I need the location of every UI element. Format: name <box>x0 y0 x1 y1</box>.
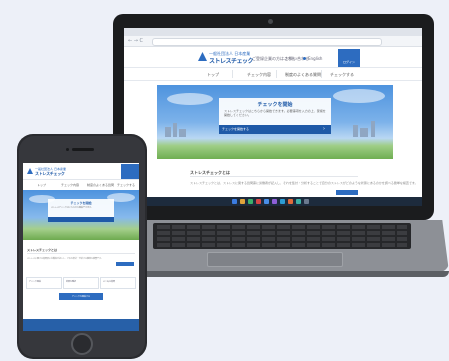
mobile-grid-card[interactable] <box>100 277 136 289</box>
taskbar-app-icon[interactable] <box>272 199 277 204</box>
cloud-shape <box>167 93 213 105</box>
mobile-nav-item-contents[interactable]: チェック内容 <box>61 183 79 187</box>
taskbar-app-icon[interactable] <box>232 199 237 204</box>
city-building <box>371 121 375 137</box>
city-building <box>165 127 171 137</box>
nav-item-contents[interactable]: チェック内容 <box>247 72 271 78</box>
start-check-button-label: チェックを開始する <box>222 127 250 131</box>
mobile-grid-label: 結果を確認 <box>66 281 77 283</box>
mobile-section-title: ストレスチェックとは <box>27 248 58 252</box>
mobile-nav-item-faq[interactable]: 制度のよくある質問 <box>87 183 114 187</box>
taskbar-app-icon[interactable] <box>248 199 253 204</box>
hero-text: ストレスチェックはこちらから開始できます。必要事項を入力の上、受検を開始してくだ… <box>224 109 326 117</box>
device-mockup-illustration: ← → C 一般社団法人 日本産業 ストレスチェック ご登録企業の方はこちら お… <box>0 0 449 361</box>
mobile-hero-title: チェックを開始 <box>70 201 92 205</box>
taskbar-app-icon[interactable] <box>256 199 261 204</box>
keyboard-row <box>157 231 407 235</box>
mobile-nav-item-top[interactable]: トップ <box>37 183 46 187</box>
mobile-grid-card[interactable] <box>26 277 62 289</box>
browser-nav-buttons[interactable]: ← → C <box>128 38 143 44</box>
city-building <box>360 128 368 137</box>
chevron-right-icon: › <box>323 126 325 132</box>
browser-tab-strip <box>124 28 422 36</box>
site-nav <box>124 68 422 81</box>
mobile-logo-line2[interactable]: ストレスチェック <box>35 171 65 177</box>
laptop-bottom-edge <box>113 271 449 277</box>
mobile-menu-button[interactable] <box>121 164 139 179</box>
nav-item-top[interactable]: トップ <box>207 72 219 78</box>
mobile-nav-item-check[interactable]: チェックする <box>117 183 135 187</box>
taskbar-app-icon[interactable] <box>240 199 245 204</box>
keyboard-row <box>157 225 407 229</box>
taskbar-app-icon[interactable] <box>288 199 293 204</box>
laptop-trackpad <box>207 252 343 267</box>
nav-divider <box>321 70 322 78</box>
phone-home-button[interactable] <box>71 333 93 355</box>
taskbar-app-icon[interactable] <box>304 199 309 204</box>
keyboard-row <box>157 243 407 247</box>
city-building <box>173 123 177 137</box>
nav-divider <box>232 70 233 78</box>
logo-line2[interactable]: ストレスチェック <box>209 56 254 65</box>
city-building <box>353 125 358 137</box>
section-more-button[interactable] <box>336 190 358 195</box>
mobile-start-button-label: チェックを開始する <box>71 296 90 298</box>
nav-divider <box>276 70 277 78</box>
section-text: ストレスチェックとは、ストレスに関する質問票に労働者が記入し、それを集計・分析す… <box>190 181 418 185</box>
header-link-english[interactable]: English <box>308 56 322 61</box>
mobile-grid-label: チェック開始 <box>29 281 42 283</box>
mobile-grid-label: よくある質問 <box>103 281 116 283</box>
section-divider <box>190 176 358 177</box>
keyboard-row <box>157 237 407 241</box>
login-button-label: ログイン <box>342 60 355 64</box>
mobile-start-check-button[interactable] <box>48 217 114 222</box>
mobile-grid-card[interactable] <box>63 277 99 289</box>
nav-item-faq[interactable]: 制度のよくある質問 <box>285 72 321 78</box>
browser-address-bar[interactable] <box>152 38 382 46</box>
cloud-shape <box>333 89 385 103</box>
taskbar-app-icon[interactable] <box>280 199 285 204</box>
phone-camera <box>66 148 69 151</box>
mobile-section-divider <box>27 253 135 254</box>
mobile-section-text: ストレスに関する質問票に労働者が記入し、それを集計・分析する簡単な検査です。 <box>27 258 103 260</box>
login-button[interactable]: ログイン <box>338 49 360 67</box>
phone-speaker <box>72 148 94 151</box>
mobile-section-more-button[interactable] <box>116 262 134 266</box>
taskbar-app-icon[interactable] <box>296 199 301 204</box>
language-icon <box>303 57 306 60</box>
city-building <box>179 129 186 137</box>
mobile-hero-text: ストレスチェックはこちらから開始できます。 <box>51 207 93 209</box>
mobile-footer <box>23 319 139 331</box>
taskbar-app-icon[interactable] <box>264 199 269 204</box>
laptop-camera <box>268 19 273 24</box>
hero-title: チェックを開始 <box>257 102 293 108</box>
nav-item-check[interactable]: チェックする <box>330 72 354 78</box>
